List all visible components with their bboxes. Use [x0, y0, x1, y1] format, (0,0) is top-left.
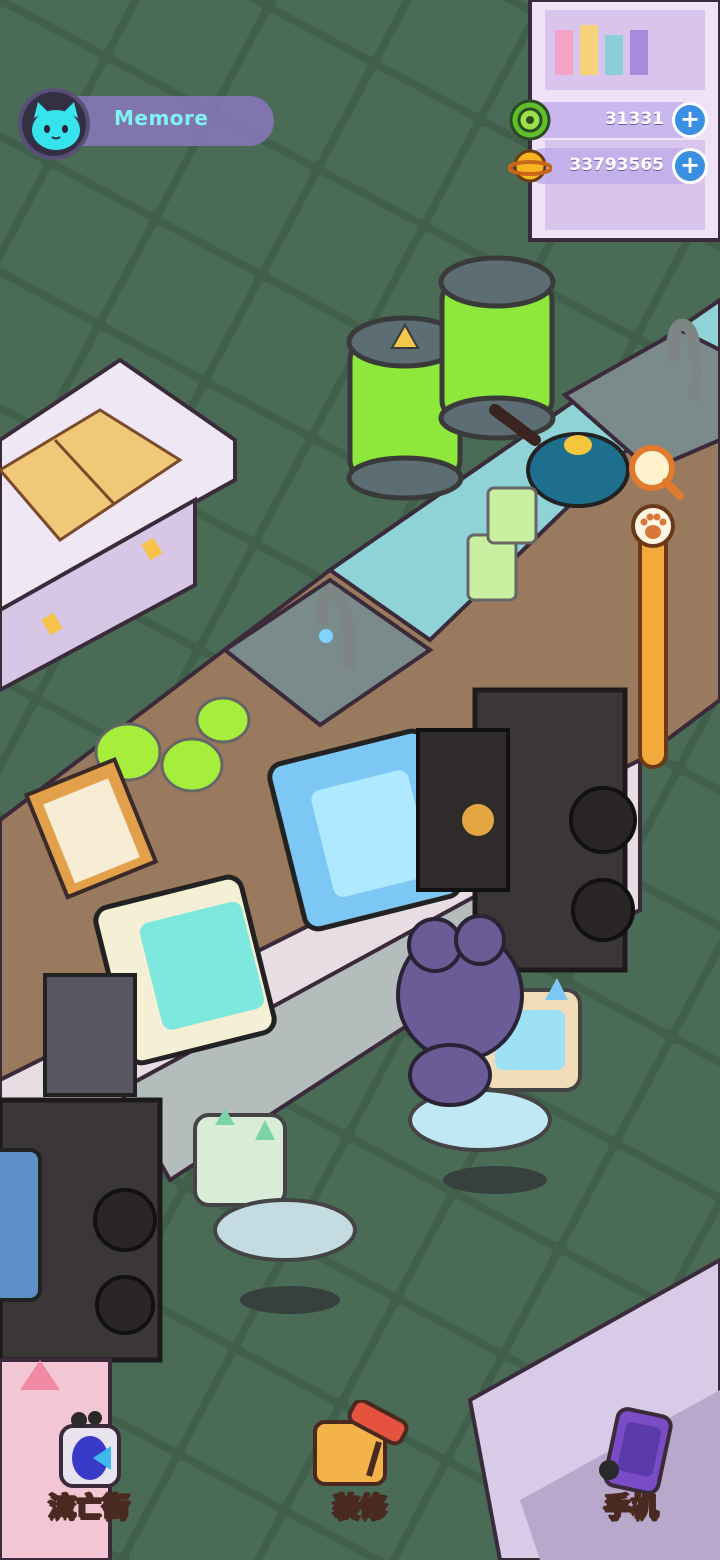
zoom-slider-track[interactable]	[638, 520, 668, 769]
cat-face-icon	[32, 102, 80, 150]
phone-label: 手机	[603, 1491, 659, 1524]
street-button[interactable]: 流亡街	[24, 1400, 154, 1530]
add-gem-button[interactable]: +	[672, 102, 708, 138]
planet-coin-icon	[508, 149, 552, 183]
decorate-label: 装修	[332, 1491, 388, 1524]
green-gear-coin-icon	[509, 99, 551, 141]
zoom-control	[622, 442, 688, 772]
game-scene	[0, 0, 720, 1560]
magnifier-icon[interactable]	[629, 445, 684, 500]
paw-icon[interactable]	[631, 504, 675, 548]
phone-button[interactable]: 手机	[566, 1400, 696, 1530]
gem-amount: 31331	[604, 109, 664, 129]
player-avatar[interactable]	[18, 88, 90, 160]
player-name: Memore	[114, 106, 209, 130]
street-label: 流亡街	[48, 1491, 131, 1524]
coin-counter: 33793565 +	[508, 144, 708, 188]
gem-counter: 31331 +	[508, 98, 708, 142]
coin-amount: 33793565	[569, 155, 664, 175]
add-coin-button[interactable]: +	[672, 148, 708, 184]
player-profile[interactable]: Memore	[14, 86, 274, 166]
decorate-button[interactable]: 装修	[295, 1400, 425, 1530]
